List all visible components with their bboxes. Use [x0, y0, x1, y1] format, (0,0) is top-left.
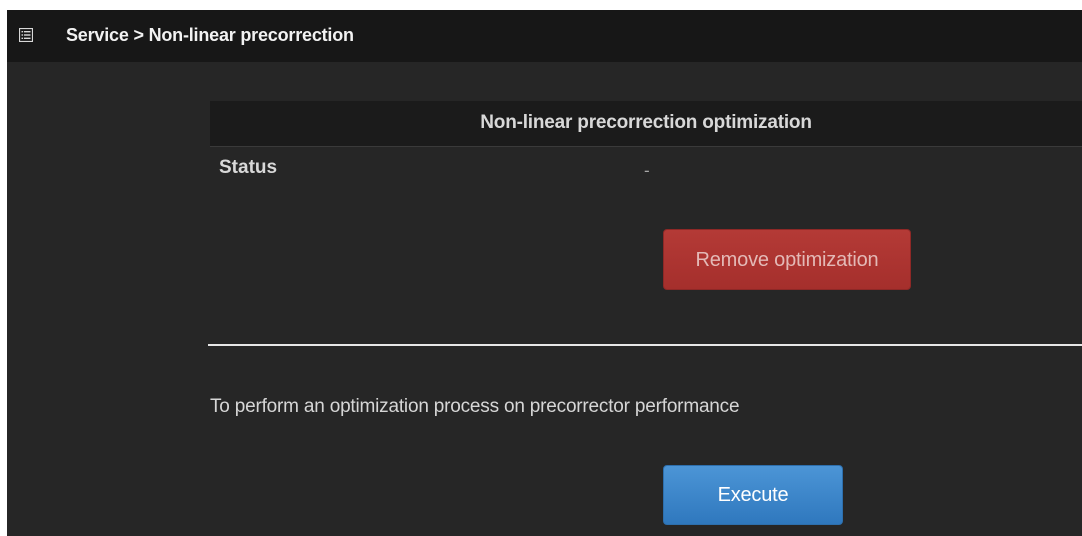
status-value: -	[644, 161, 650, 180]
title-bar: Service > Non-linear precorrection	[7, 10, 1082, 62]
divider	[208, 344, 1082, 346]
remove-optimization-button[interactable]: Remove optimization	[663, 229, 911, 290]
section-title: Non-linear precorrection optimization	[480, 112, 812, 133]
execute-button[interactable]: Execute	[663, 465, 843, 525]
execute-description: To perform an optimization process on pr…	[210, 396, 740, 417]
page: Service > Non-linear precorrection Non-l…	[7, 10, 1082, 536]
list-icon	[18, 27, 34, 43]
section-header: Non-linear precorrection optimization	[210, 101, 1082, 147]
status-label: Status	[219, 157, 278, 178]
breadcrumb: Service > Non-linear precorrection	[66, 25, 354, 45]
